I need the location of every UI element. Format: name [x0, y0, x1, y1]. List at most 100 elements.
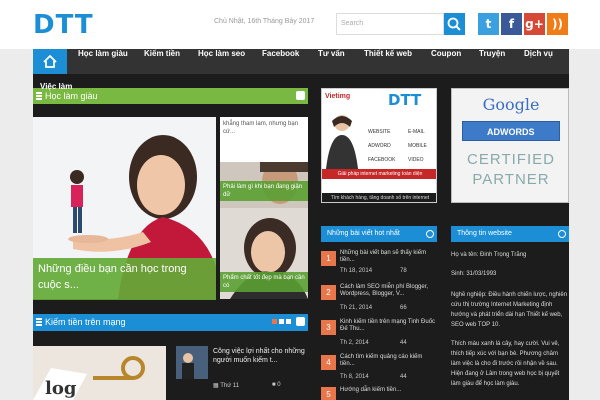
info-line-1: Họ và tên: Đinh Trọng Trãng	[451, 252, 527, 258]
ad-banner-dtt[interactable]: Vietimg DTT WEBSITE E-MAIL ADWORD MOBILE…	[321, 88, 437, 203]
hot-num-5: 5	[321, 387, 336, 400]
search-input[interactable]: Search	[336, 13, 444, 35]
nav-item-coupon[interactable]: Coupon	[431, 49, 461, 74]
partner-text: PARTNER	[472, 171, 550, 188]
ad-item-mobile: MOBILE	[408, 143, 427, 149]
nav-item-truyen[interactable]: Truyện	[479, 49, 505, 74]
hot-count-2: 66	[400, 305, 407, 311]
side-caption-1-text[interactable]: Phải làm gì khi bạn đang giận dữ	[223, 184, 302, 198]
ad-item-adword: ADWORD	[368, 143, 391, 149]
slider-dot-2[interactable]	[279, 319, 284, 324]
hot-title-5[interactable]: Hướng dẫn kiếm tiền...	[340, 387, 438, 394]
section-title[interactable]: Học làm giàu	[45, 91, 98, 101]
hot-title[interactable]: Những bài viết hot nhất	[327, 230, 400, 237]
slider-dot-3[interactable]	[286, 319, 291, 324]
hot-date-3: Th 2, 2014	[340, 340, 369, 346]
side-caption-1[interactable]: Phải làm gì khi bạn đang giận dữ	[220, 181, 308, 201]
nav-item-dich-vu[interactable]: Dịch vụ	[524, 49, 553, 74]
info-line-2: Sinh: 31/03/1993	[451, 271, 497, 277]
ad-subtext: Tìm khách hàng, tăng doanh số trên inter…	[322, 193, 436, 202]
nav-item-hoc-lam-seo[interactable]: Học làm seo	[198, 49, 245, 74]
rss-feed-icon[interactable]	[296, 317, 305, 326]
section-header-hoc-lam-giau: Học làm giàu	[33, 88, 308, 104]
ad-item-email: E-MAIL	[408, 129, 425, 135]
ad-item-video: VIDEO	[408, 157, 424, 163]
hot-num-1: 1	[321, 251, 336, 266]
hot-count-3: 44	[400, 340, 407, 346]
section-header-hot: Những bài viết hot nhất	[321, 226, 437, 242]
certified-text: CERTIFIED	[467, 151, 555, 168]
hot-title-3[interactable]: Kinh kiếm tiền trên mạng Tinh Đuốc Đế Th…	[340, 319, 438, 333]
main-nav: Học làm giàu Kiếm tiền Học làm seo Faceb…	[33, 49, 569, 74]
hot-num-3: 3	[321, 320, 336, 335]
article-image-key[interactable]: log	[33, 346, 166, 400]
nav-item-kiem-tien[interactable]: Kiếm tiền	[144, 49, 180, 74]
side-text-block: khẳng tham lam, nhưng bạn cứ...	[220, 117, 308, 162]
hot-date-4: Th 8, 2014	[340, 374, 369, 380]
ad-logo: DTT	[388, 91, 422, 109]
section-header-info: Thông tin website	[451, 226, 569, 242]
businesswoman-image	[326, 115, 358, 169]
site-logo[interactable]: DTT	[33, 12, 97, 38]
hot-title-4[interactable]: Cách tìm kiếm quảng cáo kiếm tiền...	[340, 354, 438, 368]
google-wordmark: Google	[482, 95, 540, 114]
article-title[interactable]: Công việc lợi nhất cho những người muốn …	[213, 347, 307, 365]
home-button[interactable]	[33, 49, 67, 74]
info-title[interactable]: Thông tin website	[457, 230, 512, 237]
hot-num-4: 4	[321, 355, 336, 370]
svg-text:log: log	[45, 378, 77, 399]
blog-key-image: log	[33, 346, 166, 400]
header-date: Chủ Nhật, 16th Tháng Bảy 2017	[214, 18, 315, 25]
info-line-4: Thích màu xanh lá cây, hay cười. Vui vẻ,…	[451, 341, 560, 387]
side-caption-2-text[interactable]: Phẩm chất tốt đẹp mà bạn cần có	[223, 275, 305, 289]
article-thumb[interactable]	[176, 346, 208, 379]
article-date-text: Thứ 11	[220, 383, 240, 389]
hot-num-2: 2	[321, 285, 336, 300]
side-caption-2[interactable]: Phẩm chất tốt đẹp mà bạn cần có	[220, 272, 308, 292]
rss-icon[interactable]: ))	[547, 13, 568, 35]
nav-item-facebook[interactable]: Facebook	[262, 49, 299, 74]
article-date: ▦ Thứ 11	[213, 382, 239, 389]
ad-item-website: WEBSITE	[368, 129, 391, 135]
featured-caption[interactable]: Những điều bạn cần học trong cuộc s...	[33, 258, 216, 300]
twitter-icon[interactable]: t	[478, 13, 499, 35]
home-icon	[43, 54, 57, 68]
nav-item-hoc-lam-giau[interactable]: Học làm giàu	[78, 49, 128, 74]
google-plus-icon[interactable]: g+	[524, 13, 545, 35]
facebook-icon[interactable]: f	[501, 13, 522, 35]
search-button[interactable]	[444, 13, 465, 35]
adwords-box: ADWORDS	[462, 121, 560, 141]
section-header-kiem-tien: Kiếm tiền trên mạng	[33, 314, 308, 331]
arrow-right-icon[interactable]	[558, 230, 566, 238]
hot-count-4: 44	[400, 374, 407, 380]
section2-title[interactable]: Kiếm tiền trên mạng	[45, 317, 126, 327]
ad-brand: Vietimg	[325, 93, 351, 100]
article-count: 0	[277, 382, 281, 388]
google-adwords-badge[interactable]: Google ADWORDS CERTIFIED PARTNER	[451, 88, 569, 203]
hot-date-2: Th 21, 2014	[340, 305, 373, 311]
hot-title-2[interactable]: Cách làm SEO miễn phí Blogger, Wordpress…	[340, 284, 438, 298]
slider-dots[interactable]	[272, 319, 292, 325]
featured-caption-text[interactable]: Những điều bạn cần học trong cuộc s...	[38, 263, 187, 291]
hot-date-1: Th 18, 2014	[340, 268, 373, 274]
list-icon	[36, 318, 42, 326]
overlap-title[interactable]: Việc làm	[40, 82, 72, 91]
ad-item-facebook: FACEBOOK	[368, 157, 396, 163]
hot-count-1: 78	[400, 268, 407, 274]
business-people-image	[176, 346, 208, 379]
info-line-3: Nghề nghiệp: Điều hành chiến lược, nghiê…	[451, 292, 568, 328]
search-icon	[447, 17, 461, 31]
adwords-text: ADWORDS	[487, 127, 535, 137]
ad-banner-text: Giải pháp internet marketing toàn diện	[322, 169, 436, 179]
arrow-right-icon[interactable]	[426, 230, 434, 238]
slider-dot-1[interactable]	[272, 319, 277, 324]
article-comments: ■ 0	[272, 382, 281, 388]
list-icon	[36, 92, 42, 100]
site-header: DTT Chủ Nhật, 16th Tháng Bảy 2017 Search…	[0, 0, 600, 49]
hot-title-1[interactable]: Những bài viết bạn sẽ thấy kiếm tiền...	[340, 250, 438, 264]
page: DTT Chủ Nhật, 16th Tháng Bảy 2017 Search…	[0, 0, 600, 400]
side-snippet[interactable]: khẳng tham lam, nhưng bạn cứ...	[223, 121, 298, 135]
nav-item-thiet-ke-web[interactable]: Thiết kế web	[364, 49, 412, 74]
rss-feed-icon[interactable]	[296, 91, 305, 100]
nav-item-tu-van[interactable]: Tư vấn	[318, 49, 345, 74]
